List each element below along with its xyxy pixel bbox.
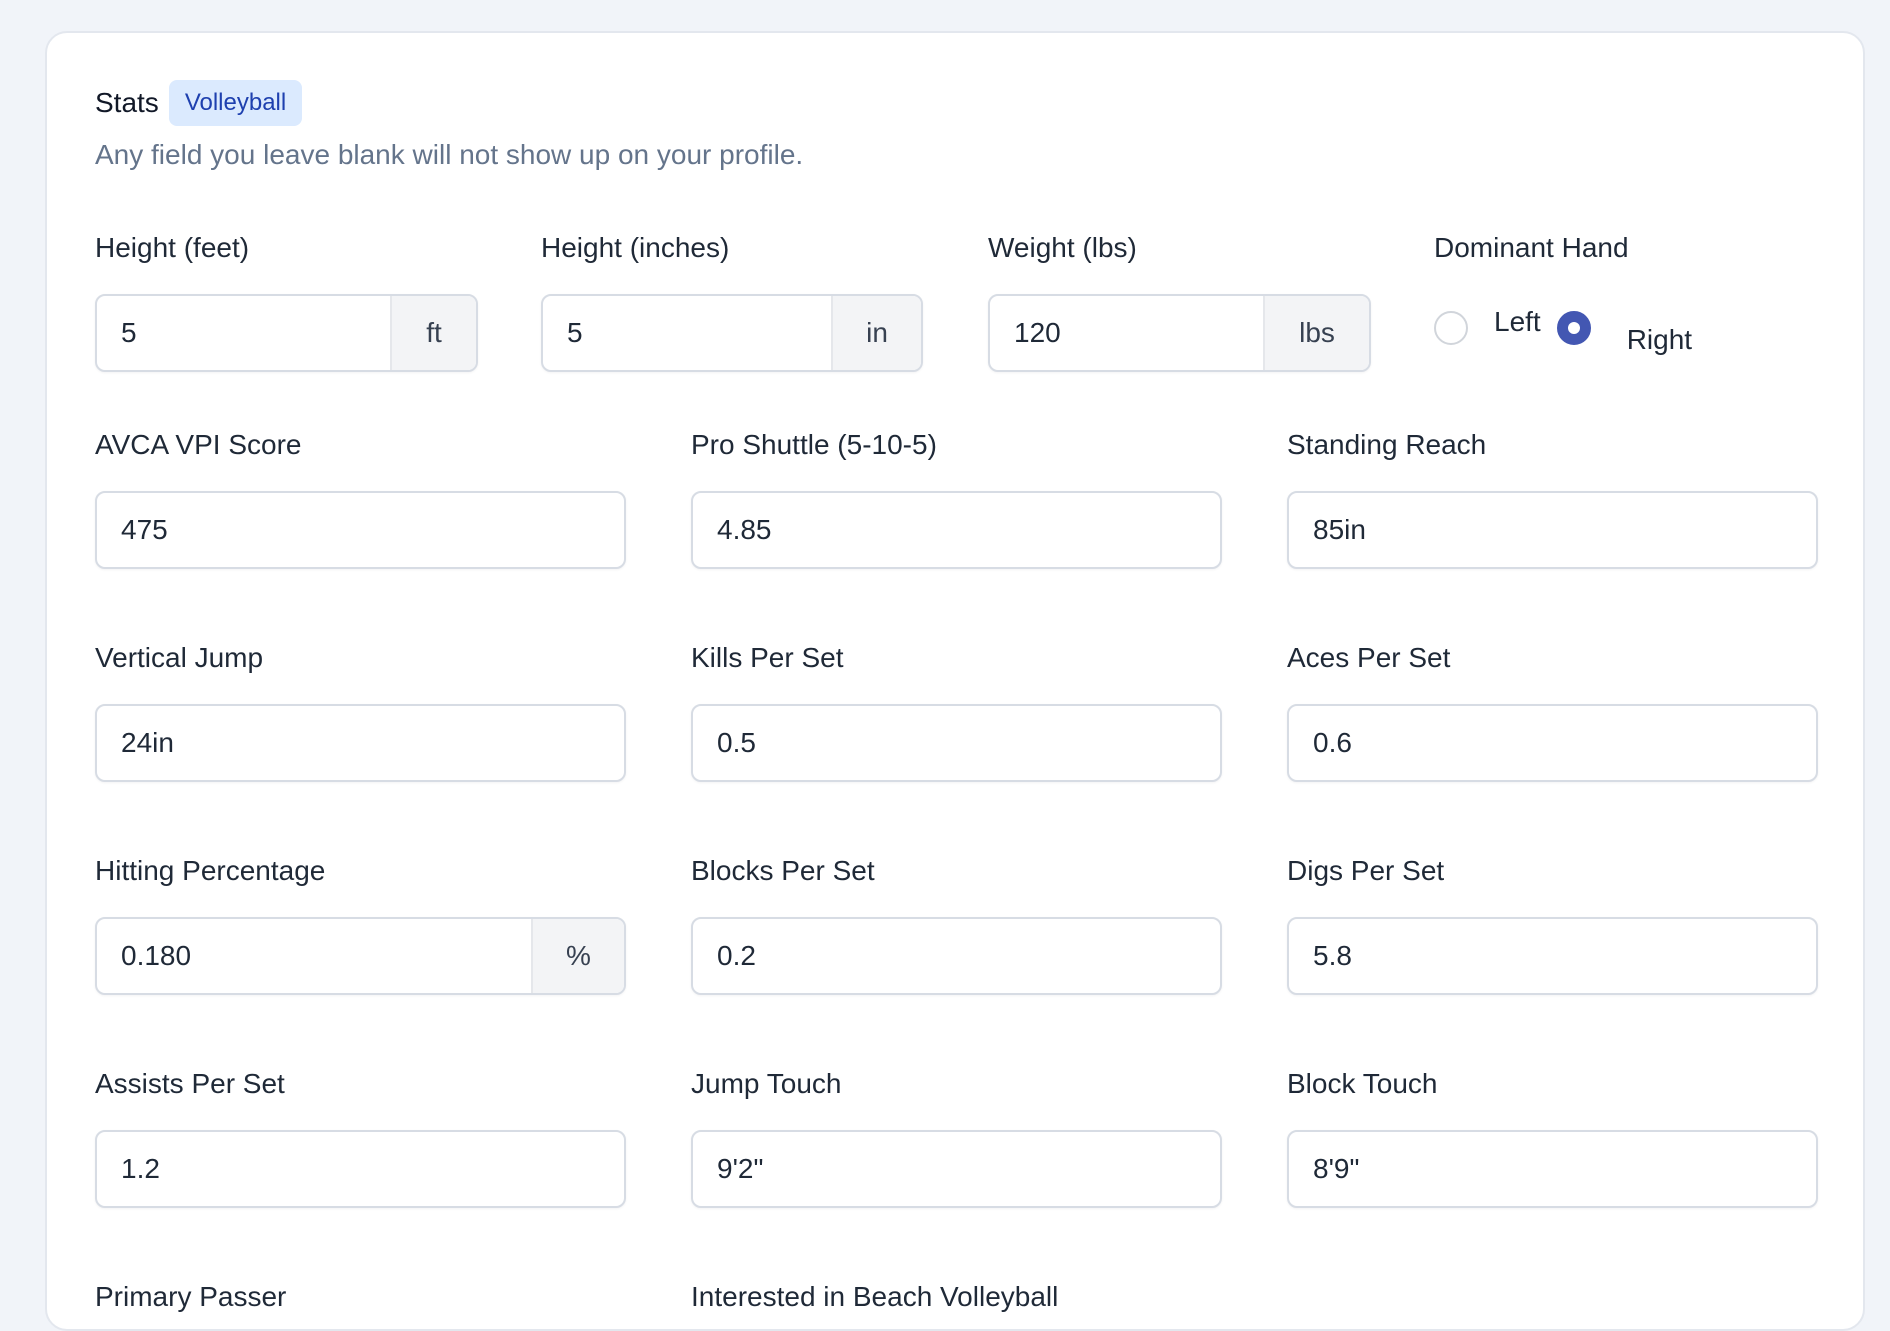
height-feet-input-group: ft [95, 294, 478, 372]
vertical-jump-input-group [95, 704, 626, 782]
pro-shuttle-field: Pro Shuttle (5-10-5) [691, 429, 1222, 579]
beach-interest-field: Interested in Beach Volleyball [691, 1281, 1222, 1321]
blocks-per-set-input[interactable] [693, 919, 1220, 993]
standing-reach-input[interactable] [1289, 493, 1816, 567]
blocks-per-set-label: Blocks Per Set [691, 855, 875, 886]
stats-card: Stats Volleyball Any field you leave bla… [45, 31, 1865, 1331]
jump-touch-input-group [691, 1130, 1222, 1208]
avca-vpi-label: AVCA VPI Score [95, 429, 302, 460]
beach-interest-label: Interested in Beach Volleyball [691, 1281, 1059, 1312]
vertical-jump-label: Vertical Jump [95, 642, 264, 673]
avca-vpi-input[interactable] [97, 493, 624, 567]
height-inches-label: Height (inches) [541, 232, 730, 263]
digs-per-set-input[interactable] [1289, 919, 1816, 993]
hitting-percentage-input[interactable] [97, 919, 531, 993]
standing-reach-field: Standing Reach [1287, 429, 1818, 579]
weight-input-group: lbs [988, 294, 1371, 372]
jump-touch-label: Jump Touch [691, 1068, 842, 1099]
kills-per-set-field: Kills Per Set [691, 642, 1222, 792]
dominant-hand-left-label[interactable]: Left [1494, 306, 1541, 338]
dominant-hand-right-radio[interactable] [1556, 311, 1591, 345]
height-inches-input-group: in [541, 294, 923, 372]
hitting-percentage-input-group: % [95, 917, 626, 995]
block-touch-input-group [1287, 1130, 1818, 1208]
primary-passer-field: Primary Passer [95, 1281, 626, 1321]
digs-per-set-field: Digs Per Set [1287, 855, 1818, 1005]
kills-per-set-label: Kills Per Set [691, 642, 844, 673]
block-touch-label: Block Touch [1287, 1068, 1438, 1099]
hitting-percentage-field: Hitting Percentage % [95, 855, 626, 1005]
jump-touch-field: Jump Touch [691, 1068, 1222, 1218]
hitting-percentage-label: Hitting Percentage [95, 855, 326, 886]
height-feet-unit: ft [390, 296, 476, 370]
standing-reach-label: Standing Reach [1287, 429, 1487, 460]
block-touch-input[interactable] [1289, 1132, 1816, 1206]
standing-reach-input-group [1287, 491, 1818, 569]
weight-unit: lbs [1263, 296, 1369, 370]
blocks-per-set-input-group [691, 917, 1222, 995]
aces-per-set-field: Aces Per Set [1287, 642, 1818, 792]
vertical-jump-input[interactable] [97, 706, 624, 780]
hitting-percentage-unit: % [531, 919, 624, 993]
pro-shuttle-label: Pro Shuttle (5-10-5) [691, 429, 937, 460]
jump-touch-input[interactable] [693, 1132, 1220, 1206]
section-title: Stats [95, 87, 159, 118]
dominant-hand-left-radio[interactable] [1434, 311, 1468, 345]
dominant-hand-right-label[interactable]: Right [1627, 324, 1692, 356]
blocks-per-set-field: Blocks Per Set [691, 855, 1222, 1005]
sport-badge: Volleyball [168, 80, 303, 126]
block-touch-field: Block Touch [1287, 1068, 1818, 1218]
pro-shuttle-input[interactable] [693, 493, 1220, 567]
assists-per-set-label: Assists Per Set [95, 1068, 285, 1099]
aces-per-set-input[interactable] [1289, 706, 1816, 780]
height-inches-field: Height (inches) in [541, 232, 923, 382]
aces-per-set-label: Aces Per Set [1287, 642, 1451, 673]
aces-per-set-input-group [1287, 704, 1818, 782]
height-inches-unit: in [831, 296, 921, 370]
primary-passer-label: Primary Passer [95, 1281, 287, 1312]
section-subtitle: Any field you leave blank will not show … [95, 139, 804, 170]
pro-shuttle-input-group [691, 491, 1222, 569]
kills-per-set-input[interactable] [693, 706, 1220, 780]
dominant-hand-radio-group: Left Right [1434, 300, 1692, 356]
height-feet-label: Height (feet) [95, 232, 250, 263]
vertical-jump-field: Vertical Jump [95, 642, 626, 792]
dominant-hand-field: Dominant Hand Left Right [1434, 232, 1816, 382]
assists-per-set-input[interactable] [97, 1132, 624, 1206]
dominant-hand-label: Dominant Hand [1434, 232, 1629, 263]
assists-per-set-field: Assists Per Set [95, 1068, 626, 1218]
assists-per-set-input-group [95, 1130, 626, 1208]
avca-vpi-field: AVCA VPI Score [95, 429, 626, 579]
avca-vpi-input-group [95, 491, 626, 569]
section-header: Stats Volleyball [95, 79, 303, 127]
digs-per-set-input-group [1287, 917, 1818, 995]
height-inches-input[interactable] [543, 296, 831, 370]
height-feet-field: Height (feet) ft [95, 232, 478, 382]
kills-per-set-input-group [691, 704, 1222, 782]
weight-field: Weight (lbs) lbs [988, 232, 1371, 382]
weight-input[interactable] [990, 296, 1263, 370]
digs-per-set-label: Digs Per Set [1287, 855, 1445, 886]
weight-label: Weight (lbs) [988, 232, 1137, 263]
height-feet-input[interactable] [97, 296, 390, 370]
